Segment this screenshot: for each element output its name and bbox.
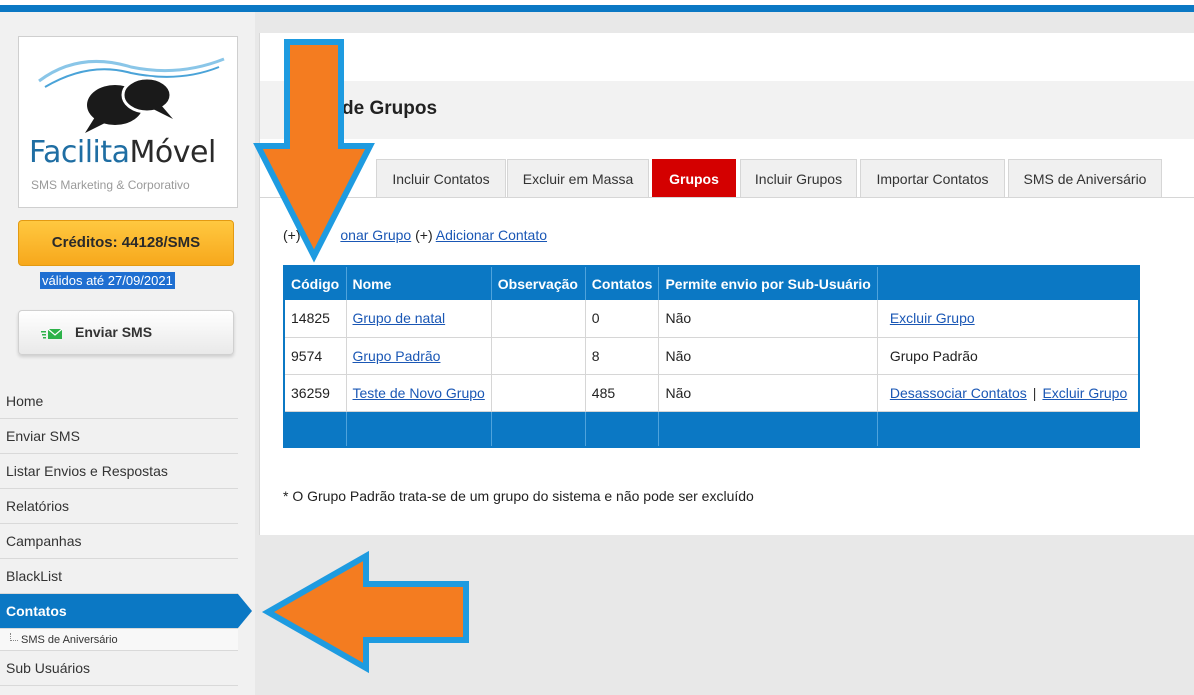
group-name-link[interactable]: Teste de Novo Grupo [353, 385, 485, 401]
add-contact-prefix: (+) [415, 227, 433, 243]
sidebar: FacilitaMóvel SMS Marketing & Corporativ… [0, 12, 255, 695]
delete-group-link[interactable]: Excluir Grupo [890, 310, 975, 326]
credits-validity: válidos até 27/09/2021 [40, 272, 175, 289]
table-footer-row [284, 411, 1140, 447]
footer-cell [284, 411, 347, 447]
cell-contatos: 0 [585, 300, 660, 338]
tab-divider [260, 197, 1194, 198]
add-contact-link[interactable]: Adicionar Contato [436, 227, 547, 243]
sidebar-item-sub-usuarios[interactable]: Sub Usuários [0, 651, 238, 686]
cell-contatos: 485 [585, 374, 660, 412]
top-bar [0, 0, 1194, 12]
cell-codigo: 14825 [284, 300, 347, 338]
left-arrow-icon [261, 550, 469, 674]
col-contatos: Contatos [585, 266, 660, 300]
credits-button[interactable]: Créditos: 44128/SMS [18, 220, 234, 266]
cell-permite-envio: Não [658, 374, 878, 412]
col-codigo: Código [284, 266, 347, 300]
footer-cell [877, 411, 1140, 447]
speech-bubbles-icon [38, 57, 225, 133]
footer-cell [346, 411, 492, 447]
sidebar-item-contatos[interactable]: Contatos [0, 594, 252, 629]
cell-acoes: Excluir Grupo [877, 300, 1140, 338]
brand-name-part2: Móvel [129, 135, 217, 170]
main-panel: de Grupos Incluir Contatos Excluir em Ma… [259, 33, 1194, 535]
group-actions: (+) onar Grupo (+) Adicionar Contato [283, 227, 547, 243]
table-row: 14825 Grupo de natal 0 Não Excluir Grupo [284, 300, 1140, 338]
sidebar-item-blacklist[interactable]: BlackList [0, 559, 238, 594]
cell-acoes: Grupo Padrão [877, 337, 1140, 375]
cell-nome: Teste de Novo Grupo [346, 374, 492, 412]
brand-name: FacilitaMóvel [29, 135, 216, 170]
page-title: de Grupos [342, 98, 437, 120]
page-header: de Grupos [260, 81, 1194, 139]
sidebar-subitem-sms-aniversario[interactable]: SMS de Aniversário [0, 629, 238, 651]
send-sms-label: Enviar SMS [75, 324, 153, 340]
col-permite-envio: Permite envio por Sub-Usuário [658, 266, 878, 300]
delete-group-link[interactable]: Excluir Grupo [1042, 385, 1127, 401]
cell-codigo: 9574 [284, 337, 347, 375]
table-row: 36259 Teste de Novo Grupo 485 Não Desass… [284, 374, 1140, 412]
cell-acoes: Desassociar Contatos | Excluir Grupo [877, 374, 1140, 412]
sidebar-subitem-label: SMS de Aniversário [21, 634, 118, 646]
tab-incluir-grupos[interactable]: Incluir Grupos [740, 159, 857, 197]
add-group-link[interactable]: onar Grupo [340, 227, 411, 243]
footer-cell [491, 411, 586, 447]
col-acoes [877, 266, 1140, 300]
footnote: * O Grupo Padrão trata-se de um grupo do… [283, 488, 754, 504]
table-row: 9574 Grupo Padrão 8 Não Grupo Padrão [284, 337, 1140, 375]
tab-grupos[interactable]: Grupos [652, 159, 736, 197]
tab-importar-contatos[interactable]: Importar Contatos [860, 159, 1005, 197]
sidebar-item-relatorios[interactable]: Relatórios [0, 489, 238, 524]
group-name-link[interactable]: Grupo Padrão [353, 348, 441, 364]
cell-codigo: 36259 [284, 374, 347, 412]
cell-observacao [491, 374, 586, 412]
tab-incluir-contatos[interactable]: Incluir Contatos [376, 159, 506, 197]
cell-nome: Grupo Padrão [346, 337, 492, 375]
cell-nome: Grupo de natal [346, 300, 492, 338]
sidebar-item-campanhas[interactable]: Campanhas [0, 524, 238, 559]
footer-cell [585, 411, 660, 447]
cell-contatos: 8 [585, 337, 660, 375]
col-observacao: Observação [491, 266, 586, 300]
cell-observacao [491, 337, 586, 375]
envelope-icon [41, 328, 63, 339]
groups-table: Código Nome Observação Contatos Permite … [283, 265, 1141, 448]
sidebar-menu: Home Enviar SMS Listar Envios e Resposta… [0, 384, 252, 686]
add-group-prefix: (+) [283, 227, 301, 243]
cell-permite-envio: Não [658, 300, 878, 338]
tree-branch-icon [10, 633, 18, 641]
sidebar-item-listar-envios[interactable]: Listar Envios e Respostas [0, 454, 238, 489]
page-title-text: de Grupos [342, 98, 438, 119]
col-nome: Nome [346, 266, 492, 300]
footer-cell [658, 411, 878, 447]
brand-name-part1: Facilita [29, 135, 130, 170]
dissociate-contacts-link[interactable]: Desassociar Contatos [890, 385, 1027, 401]
cell-permite-envio: Não [658, 337, 878, 375]
action-separator: | [1032, 384, 1037, 401]
table-header-row: Código Nome Observação Contatos Permite … [284, 266, 1140, 300]
sidebar-item-enviar-sms[interactable]: Enviar SMS [0, 419, 238, 454]
cell-observacao [491, 300, 586, 338]
tab-sms-aniversario[interactable]: SMS de Aniversário [1008, 159, 1162, 197]
logo[interactable]: FacilitaMóvel SMS Marketing & Corporativ… [18, 36, 238, 208]
brand-tagline: SMS Marketing & Corporativo [31, 178, 190, 192]
send-sms-button[interactable]: Enviar SMS [18, 310, 234, 355]
group-name-link[interactable]: Grupo de natal [353, 310, 446, 326]
sidebar-item-home[interactable]: Home [0, 384, 238, 419]
tab-excluir-em-massa[interactable]: Excluir em Massa [507, 159, 649, 197]
